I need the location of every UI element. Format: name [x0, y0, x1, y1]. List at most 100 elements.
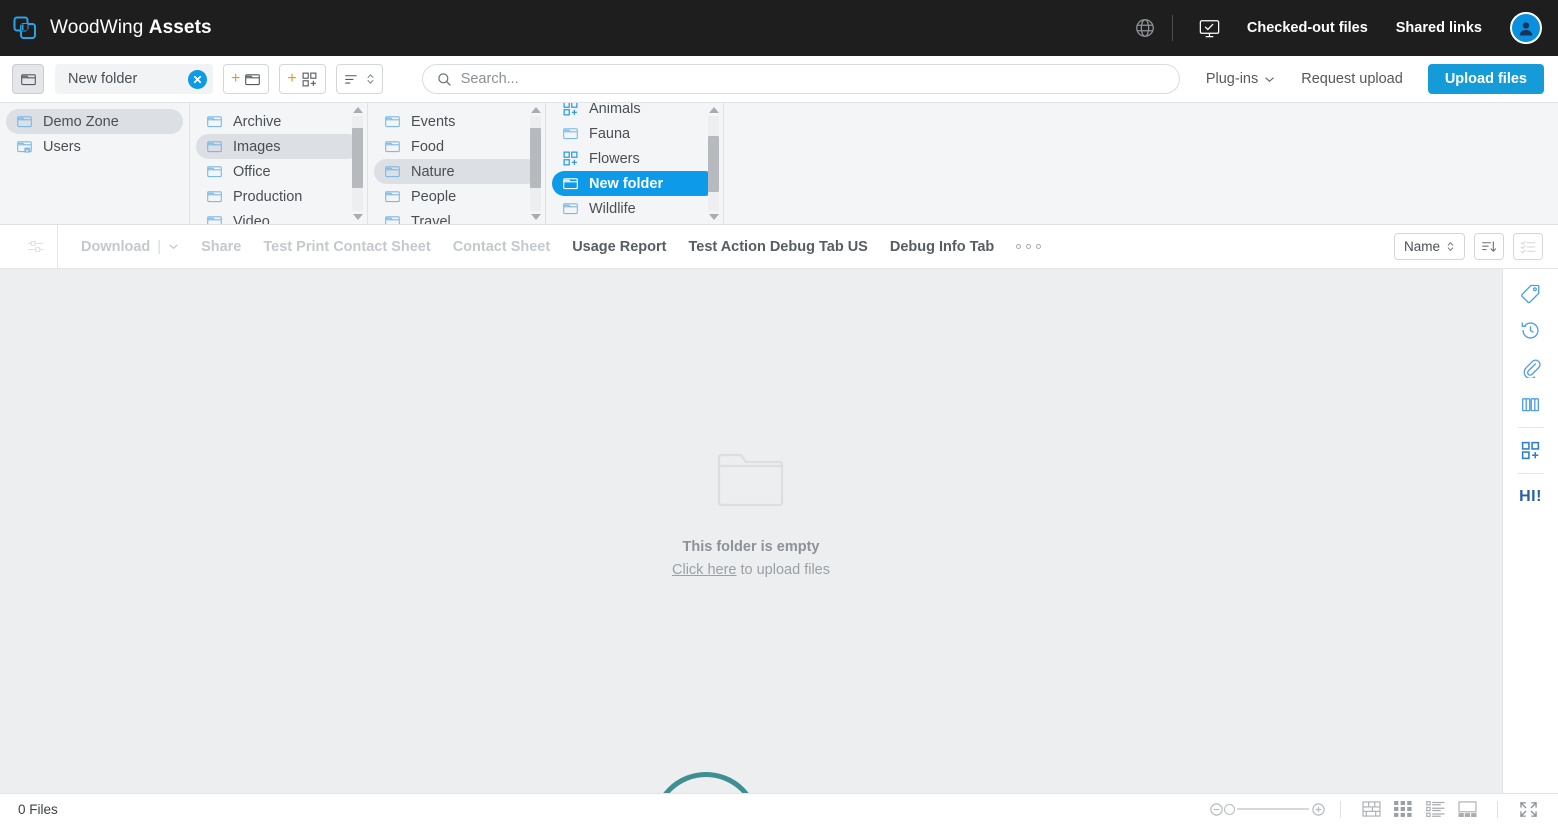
action-test-action-debug-tab-us[interactable]: Test Action Debug Tab US: [677, 239, 878, 255]
sort-field-select[interactable]: Name: [1393, 233, 1465, 260]
folder-icon: [384, 213, 401, 224]
folder-node-food[interactable]: Food: [374, 134, 539, 159]
zoom-slider-track[interactable]: [1237, 808, 1309, 810]
filter-sliders-icon[interactable]: [14, 224, 58, 269]
collection-icon[interactable]: [1503, 432, 1558, 469]
scroll-down-arrow-icon[interactable]: [352, 214, 363, 220]
zoom-slider-handle[interactable]: [1224, 803, 1235, 815]
scroll-up-arrow-icon[interactable]: [352, 107, 363, 113]
folder-node-label: Wildlife: [589, 200, 636, 217]
shared-links-link[interactable]: Shared links: [1382, 20, 1496, 36]
request-upload-button[interactable]: Request upload: [1288, 71, 1416, 87]
select-list-icon[interactable]: [1513, 233, 1543, 260]
search-box[interactable]: [421, 64, 1180, 94]
asset-canvas[interactable]: This folder is empty Click here to uploa…: [0, 269, 1502, 824]
browser-column-demo-zone: Archive Images Office Production Video: [190, 103, 368, 224]
view-filmstrip[interactable]: [1451, 797, 1483, 821]
action-debug-info-tab[interactable]: Debug Info Tab: [879, 239, 1005, 255]
collection-node-flowers[interactable]: Flowers: [552, 146, 717, 171]
close-circle-icon[interactable]: [188, 69, 207, 89]
action-separator: |: [157, 238, 162, 255]
scroll-track[interactable]: [708, 116, 719, 211]
scrollbar-nature[interactable]: [707, 107, 720, 220]
scroll-down-arrow-icon[interactable]: [530, 214, 541, 220]
scroll-up-arrow-icon[interactable]: [708, 107, 719, 113]
breadcrumb-label: New folder: [68, 71, 138, 87]
action-test-print-contact-sheet: Test Print Contact Sheet: [263, 238, 431, 255]
folder-node-label: Office: [233, 163, 271, 180]
scrollbar-images[interactable]: [529, 107, 542, 220]
upload-here-link[interactable]: Click here: [672, 562, 736, 578]
avatar[interactable]: [1510, 12, 1542, 44]
folder-node-video[interactable]: Video: [196, 209, 361, 224]
checked-out-files-link[interactable]: Checked-out files: [1233, 20, 1382, 36]
scroll-thumb[interactable]: [530, 128, 541, 188]
folder-icon: [206, 163, 223, 180]
folder-node-people[interactable]: People: [374, 184, 539, 209]
folder-icon: [206, 213, 223, 224]
view-mosaic[interactable]: [1355, 797, 1387, 821]
scroll-down-arrow-icon[interactable]: [708, 214, 719, 220]
scroll-track[interactable]: [530, 116, 541, 211]
action-usage-report[interactable]: Usage Report: [561, 239, 677, 255]
scroll-track[interactable]: [352, 116, 363, 211]
folder-node-nature[interactable]: Nature: [374, 159, 539, 184]
folder-node-label: Nature: [411, 163, 455, 180]
scroll-thumb[interactable]: [708, 136, 719, 192]
scrollbar-demo-zone[interactable]: [351, 107, 364, 220]
more-options-icon[interactable]: [1005, 244, 1052, 249]
view-grid[interactable]: [1387, 797, 1419, 821]
folder-node-label: Travel: [411, 213, 451, 225]
folder-node-office[interactable]: Office: [196, 159, 361, 184]
add-collection-icon[interactable]: +: [279, 64, 326, 94]
folder-icon: [384, 138, 401, 155]
monitor-check-icon[interactable]: [1187, 8, 1233, 48]
browser-column-nature: Animals Fauna Flowers New folder Wildlif…: [546, 103, 724, 224]
folder-node-wildlife[interactable]: Wildlife: [552, 196, 717, 221]
empty-subtitle-suffix: to upload files: [736, 562, 830, 578]
hi-plugin-button[interactable]: HI!: [1503, 478, 1558, 515]
dot: [1036, 244, 1042, 249]
folder-node-demo-zone[interactable]: Demo Zone: [6, 109, 183, 134]
action-contact-sheet: Contact Sheet: [452, 238, 551, 255]
zoom-slider[interactable]: [1209, 802, 1326, 817]
search-input[interactable]: [460, 71, 1165, 87]
book-pages-icon[interactable]: [1503, 386, 1558, 423]
sort-descending-icon[interactable]: [1474, 233, 1504, 260]
folder-node-events[interactable]: Events: [374, 109, 539, 134]
scroll-thumb[interactable]: [352, 128, 363, 188]
history-clock-icon[interactable]: [1503, 312, 1558, 349]
sort-options-icon[interactable]: [335, 64, 383, 94]
folder-node-label: Archive: [233, 113, 282, 130]
zoom-out-icon[interactable]: [1209, 802, 1224, 817]
view-list[interactable]: [1419, 797, 1451, 821]
folder-panel-icon[interactable]: [12, 64, 44, 94]
plugins-menu[interactable]: Plug-ins: [1193, 71, 1288, 87]
folder-icon: [206, 113, 223, 130]
folder-node-fauna[interactable]: Fauna: [552, 121, 717, 146]
fullscreen-icon[interactable]: [1512, 797, 1544, 821]
collection-node-animals[interactable]: Animals: [552, 103, 717, 121]
brand-title-light: WoodWing: [50, 17, 149, 38]
folder-node-production[interactable]: Production: [196, 184, 361, 209]
folder-node-users[interactable]: Users: [6, 134, 183, 159]
zoom-in-icon[interactable]: [1311, 802, 1326, 817]
folder-node-travel[interactable]: Travel: [374, 209, 539, 224]
breadcrumb[interactable]: New folder: [55, 64, 213, 94]
folder-icon: [384, 113, 401, 130]
action-share: Share: [201, 238, 242, 255]
upload-files-button[interactable]: Upload files: [1427, 64, 1544, 94]
folder-node-images[interactable]: Images: [196, 134, 361, 159]
folder-node-new-folder[interactable]: New folder: [552, 171, 717, 196]
add-folder-icon[interactable]: +: [223, 64, 270, 94]
folder-icon: [562, 125, 579, 142]
folder-node-label: Video: [233, 213, 270, 225]
paperclip-icon[interactable]: [1503, 349, 1558, 386]
folder-node-archive[interactable]: Archive: [196, 109, 361, 134]
scroll-up-arrow-icon[interactable]: [530, 107, 541, 113]
tag-icon[interactable]: [1503, 275, 1558, 312]
globe-icon[interactable]: [1122, 8, 1168, 48]
search-icon: [437, 72, 451, 86]
empty-folder-icon: [672, 450, 830, 511]
folder-lock-icon: [16, 138, 33, 155]
